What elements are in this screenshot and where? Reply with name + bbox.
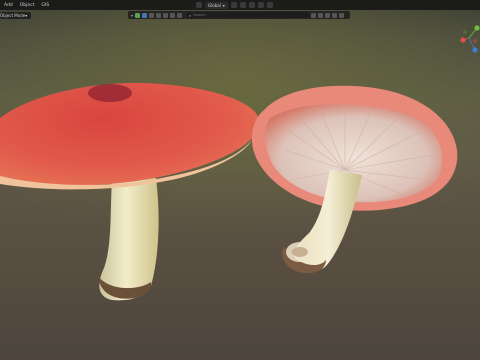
neg-y-handle[interactable] <box>463 30 467 34</box>
menu-add[interactable]: Add <box>4 3 13 8</box>
cursor-icon[interactable] <box>149 12 155 18</box>
filter-funnel-icon[interactable] <box>339 12 345 18</box>
orientation-icon[interactable] <box>196 2 202 8</box>
orientation-dropdown[interactable]: Global ▾ <box>205 1 228 9</box>
clear-search-icon[interactable] <box>311 12 317 18</box>
pivot-icon[interactable] <box>230 2 237 8</box>
mode-label: Object Mode <box>0 12 26 18</box>
chevron-down-icon: ▾ <box>25 12 28 18</box>
rotate-icon[interactable] <box>163 12 169 18</box>
viewport-header: ▾ ⌕ <box>128 11 350 19</box>
mode-row: Object Mode ▾ <box>0 11 32 19</box>
view-layer-icon[interactable] <box>325 12 331 18</box>
search-icon: ⌕ <box>189 12 192 18</box>
z-axis-handle[interactable] <box>472 47 478 53</box>
orientation-label: Global <box>208 2 221 8</box>
header-menu: Add Object GIS <box>0 3 49 8</box>
mushroom-render <box>0 82 458 301</box>
menu-gis[interactable]: GIS <box>41 3 49 8</box>
mode-dropdown[interactable]: Object Mode ▾ <box>0 11 32 19</box>
snap-target-icon[interactable] <box>248 2 255 8</box>
sort-icon[interactable] <box>332 12 338 18</box>
select-icon[interactable] <box>142 12 148 18</box>
top-header: Add Object GIS Global ▾ <box>0 0 480 10</box>
falloff-icon[interactable] <box>266 2 273 8</box>
proportional-editing-icon[interactable] <box>257 2 264 8</box>
transform-tools: Global ▾ <box>196 1 273 9</box>
search-input[interactable] <box>193 12 294 18</box>
chevron-down-icon: ▾ <box>222 2 225 8</box>
bookmark-icon[interactable] <box>318 12 324 18</box>
filter-icon[interactable] <box>135 12 141 18</box>
menu-object[interactable]: Object <box>20 3 35 8</box>
search-field[interactable]: ⌕ <box>187 12 310 18</box>
3d-viewport[interactable]: Add Object GIS Global ▾ Object Mode ▾ ▾ <box>0 0 480 360</box>
transform-icon[interactable] <box>177 12 183 18</box>
navigation-gizmo[interactable] <box>455 18 480 58</box>
move-icon[interactable] <box>156 12 162 18</box>
y-axis-handle[interactable] <box>474 25 480 31</box>
scale-icon[interactable] <box>170 12 176 18</box>
visibility-chevron-icon[interactable]: ▾ <box>131 13 133 18</box>
x-axis-handle[interactable] <box>460 37 466 43</box>
snap-icon[interactable] <box>239 2 246 8</box>
neg-x-handle[interactable] <box>473 39 477 43</box>
